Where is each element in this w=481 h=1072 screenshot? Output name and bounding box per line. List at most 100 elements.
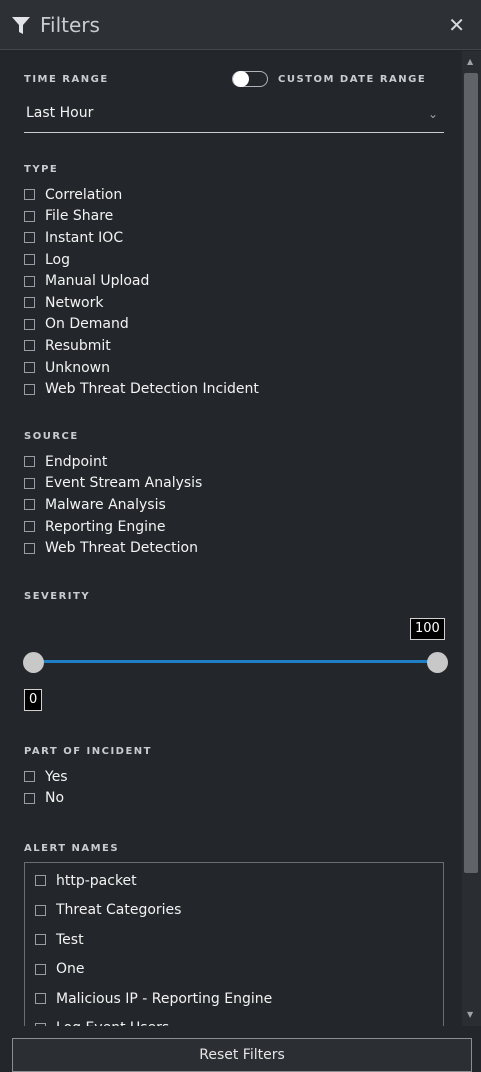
checkbox[interactable]: [24, 542, 35, 554]
checkbox[interactable]: [24, 499, 35, 511]
filters-content: TIME RANGE CUSTOM DATE RANGE Last Hour ⌄…: [0, 51, 462, 1026]
source-item-label: Web Threat Detection: [45, 540, 198, 557]
source-item-label: Endpoint: [45, 453, 108, 470]
custom-date-range-label: CUSTOM DATE RANGE: [278, 74, 427, 85]
severity-slider-track[interactable]: [34, 660, 438, 663]
severity-max-value: 100: [410, 618, 445, 640]
part-of-incident-list: Yes No: [24, 766, 68, 809]
type-item-label: Web Threat Detection Incident: [45, 381, 259, 398]
source-checkbox-item[interactable]: Reporting Engine: [24, 516, 202, 538]
type-item-label: Correlation: [45, 186, 123, 203]
checkbox[interactable]: [24, 189, 35, 201]
source-item-label: Malware Analysis: [45, 496, 166, 513]
checkbox[interactable]: [35, 963, 46, 975]
incident-checkbox-item[interactable]: Yes: [24, 766, 68, 788]
alert-names-items: http-packet Threat Categories Test One Malic…: [25, 863, 443, 1026]
type-checkbox-item[interactable]: Web Threat Detection Incident: [24, 378, 259, 400]
source-checkbox-item[interactable]: Event Stream Analysis: [24, 473, 202, 495]
severity-label: SEVERITY: [24, 591, 91, 602]
close-icon[interactable]: ✕: [448, 13, 465, 37]
type-item-label: Network: [45, 294, 104, 311]
type-checkbox-item[interactable]: Network: [24, 292, 259, 314]
source-checkbox-item[interactable]: Malware Analysis: [24, 494, 202, 516]
filters-header: Filters ✕: [0, 0, 481, 50]
source-label: SOURCE: [24, 431, 79, 442]
severity-min-value: 0: [24, 689, 43, 711]
type-item-label: On Demand: [45, 316, 129, 333]
checkbox[interactable]: [24, 318, 35, 330]
alert-name-checkbox-item[interactable]: One: [35, 955, 443, 985]
checkbox[interactable]: [24, 275, 35, 287]
reset-filters-button[interactable]: Reset Filters: [12, 1038, 472, 1072]
alert-name-item-label: http-packet: [56, 872, 137, 889]
scroll-down-icon[interactable]: ▼: [467, 1010, 473, 1019]
checkbox[interactable]: [35, 904, 46, 916]
alert-name-checkbox-item[interactable]: Test: [35, 925, 443, 955]
incident-item-label: Yes: [45, 768, 68, 785]
checkbox[interactable]: [35, 875, 46, 887]
time-range-label: TIME RANGE: [24, 74, 109, 85]
alert-name-checkbox-item[interactable]: Malicious IP - Reporting Engine: [35, 984, 443, 1014]
footer: Reset Filters: [0, 1026, 481, 1072]
type-checkbox-item[interactable]: Resubmit: [24, 335, 259, 357]
severity-min-handle[interactable]: [23, 652, 44, 673]
type-item-label: Resubmit: [45, 337, 111, 354]
source-item-label: Event Stream Analysis: [45, 475, 203, 492]
alert-name-checkbox-item[interactable]: Threat Categories: [35, 896, 443, 926]
type-checkbox-item[interactable]: Manual Upload: [24, 270, 259, 292]
type-checkbox-item[interactable]: Correlation: [24, 184, 259, 206]
scrollbar-thumb[interactable]: [464, 73, 478, 873]
alert-name-item-label: Malicious IP - Reporting Engine: [56, 990, 273, 1007]
checkbox[interactable]: [24, 383, 35, 395]
alert-name-item-label: Threat Categories: [56, 902, 182, 919]
scrollbar[interactable]: ▲ ▼: [462, 51, 481, 1026]
checkbox[interactable]: [35, 993, 46, 1005]
checkbox[interactable]: [35, 934, 46, 946]
alert-names-label: ALERT NAMES: [24, 843, 120, 854]
type-checkbox-item[interactable]: Unknown: [24, 357, 259, 379]
checkbox[interactable]: [24, 232, 35, 244]
source-checkbox-item[interactable]: Web Threat Detection: [24, 537, 202, 559]
checkbox[interactable]: [24, 297, 35, 309]
checkbox[interactable]: [24, 210, 35, 222]
type-item-label: Log: [45, 251, 71, 268]
chevron-down-icon: ⌄: [427, 107, 438, 121]
checkbox[interactable]: [24, 521, 35, 533]
type-item-label: Manual Upload: [45, 273, 150, 290]
severity-max-handle[interactable]: [427, 652, 448, 673]
type-list: Correlation File Share Instant IOC Log Manua…: [24, 184, 259, 400]
toggle-knob: [233, 71, 249, 87]
incident-item-label: No: [45, 790, 65, 807]
funnel-icon: [12, 17, 30, 34]
incident-checkbox-item[interactable]: No: [24, 788, 68, 810]
part-of-incident-label: PART OF INCIDENT: [24, 746, 152, 757]
alert-name-item-label: One: [56, 961, 85, 978]
checkbox[interactable]: [24, 456, 35, 468]
alert-name-item-label: Test: [56, 931, 84, 948]
type-item-label: Unknown: [45, 359, 110, 376]
checkbox[interactable]: [24, 792, 35, 804]
type-checkbox-item[interactable]: Log: [24, 249, 259, 271]
panel-title: Filters: [40, 13, 100, 37]
scroll-up-icon[interactable]: ▲: [467, 57, 473, 66]
source-item-label: Reporting Engine: [45, 518, 166, 535]
checkbox[interactable]: [24, 254, 35, 266]
checkbox[interactable]: [24, 477, 35, 489]
type-label: TYPE: [24, 164, 59, 175]
checkbox[interactable]: [24, 771, 35, 783]
time-range-select[interactable]: Last Hour ⌄: [24, 101, 444, 133]
checkbox[interactable]: [24, 340, 35, 352]
custom-date-range-toggle[interactable]: [232, 71, 268, 87]
source-checkbox-item[interactable]: Endpoint: [24, 451, 202, 473]
alert-name-checkbox-item[interactable]: Log Event Users: [35, 1014, 443, 1026]
type-checkbox-item[interactable]: Instant IOC: [24, 227, 259, 249]
checkbox[interactable]: [24, 362, 35, 374]
time-range-value: Last Hour: [26, 105, 94, 121]
type-item-label: Instant IOC: [45, 229, 124, 246]
type-checkbox-item[interactable]: File Share: [24, 206, 259, 228]
alert-names-list[interactable]: http-packet Threat Categories Test One Malic…: [24, 862, 444, 1026]
alert-name-checkbox-item[interactable]: http-packet: [35, 866, 443, 896]
source-list: Endpoint Event Stream Analysis Malware Ana…: [24, 451, 202, 559]
type-checkbox-item[interactable]: On Demand: [24, 314, 259, 336]
type-item-label: File Share: [45, 208, 114, 225]
